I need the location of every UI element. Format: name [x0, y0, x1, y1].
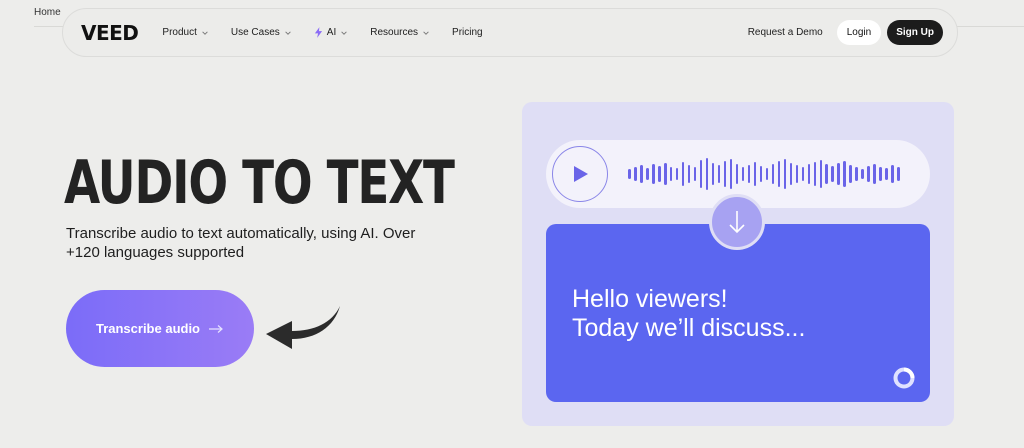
waveform-bar: [831, 166, 835, 182]
waveform-bar: [628, 169, 631, 179]
waveform-bar: [819, 160, 823, 188]
waveform-bar: [807, 164, 811, 184]
curved-arrow-icon: [266, 306, 340, 349]
waveform-bar: [729, 159, 733, 189]
waveform-bar: [801, 167, 805, 181]
nav-item-ai[interactable]: AI: [314, 27, 348, 38]
waveform-bar: [681, 162, 685, 186]
nav-item-product[interactable]: Product: [162, 27, 208, 38]
nav-item-use-cases[interactable]: Use Cases: [231, 27, 292, 38]
chevron-down-icon: [202, 30, 208, 35]
waveform-bar: [717, 165, 721, 183]
waveform-bar: [705, 158, 709, 190]
nav-item-label: Use Cases: [230, 27, 280, 38]
bolt-icon: [314, 27, 322, 38]
waveform-bar: [663, 163, 667, 185]
waveform-bar: [867, 166, 870, 182]
waveform-bar: [759, 166, 763, 182]
waveform-bar: [879, 167, 882, 181]
waveform-bar: [645, 168, 649, 180]
loading-ring-icon: [893, 367, 915, 389]
nav-item-label: AI: [326, 27, 337, 38]
waveform-bar: [789, 163, 793, 185]
waveform-bar: [849, 165, 853, 183]
page-title: AUDIO TO TEXT: [64, 148, 455, 218]
nav-item-label: Product: [162, 27, 197, 38]
transcribe-audio-button[interactable]: Transcribe audio: [66, 290, 254, 367]
waveform-bar: [825, 164, 829, 184]
transcript-line: Today we’ll discuss...: [572, 314, 806, 342]
waveform-bar: [813, 162, 817, 186]
nav-item-resources[interactable]: Resources: [370, 27, 430, 38]
waveform-bar: [723, 161, 727, 187]
waveform-bar: [765, 168, 769, 180]
waveform-bar: [669, 167, 673, 181]
cta-label: Transcribe audio: [95, 321, 201, 336]
waveform-bar: [639, 165, 643, 183]
waveform-bar: [699, 160, 703, 188]
waveform-bar: [735, 164, 739, 184]
waveform-bar: [693, 167, 697, 181]
transcript-line: Hello viewers!: [572, 285, 728, 313]
chevron-down-icon: [285, 30, 291, 35]
audio-waveform: [628, 144, 900, 204]
waveform-bar: [855, 167, 858, 181]
arrow-down-icon: [729, 211, 745, 234]
waveform-bar: [861, 169, 864, 179]
waveform-bar: [837, 163, 841, 185]
transcript-text: Hello viewers! Today we’ll discuss...: [572, 285, 805, 343]
waveform-bar: [753, 162, 757, 186]
waveform-bar: [687, 165, 691, 183]
request-demo-link[interactable]: Request a Demo: [748, 27, 823, 38]
waveform-bar: [633, 167, 637, 181]
login-button[interactable]: Login: [836, 20, 882, 45]
waveform-bar: [891, 165, 894, 183]
nav-actions: Request a Demo Login Sign Up: [748, 20, 943, 45]
waveform-bar: [657, 166, 661, 182]
top-navbar: VEED Product Use Cases AI Resources Pric…: [62, 8, 958, 57]
nav-item-label: Resources: [370, 27, 419, 38]
waveform-bar: [711, 163, 715, 185]
chevron-down-icon: [423, 30, 429, 35]
waveform-bar: [675, 168, 679, 180]
waveform-bar: [873, 164, 876, 184]
arrow-right-icon: [209, 324, 223, 333]
waveform-bar: [741, 167, 745, 181]
nav-item-label: Pricing: [452, 27, 483, 38]
waveform-bar: [777, 161, 781, 187]
chevron-down-icon: [341, 30, 347, 35]
waveform-bar: [651, 164, 655, 184]
hero-subtitle: Transcribe audio to text automatically, …: [66, 225, 416, 261]
waveform-bar: [795, 165, 799, 183]
waveform-bar: [897, 167, 900, 181]
waveform-bar: [771, 164, 775, 184]
down-arrow-badge: [709, 194, 765, 250]
waveform-bar: [783, 159, 787, 189]
waveform-bar: [843, 161, 847, 187]
play-icon: [574, 166, 588, 182]
waveform-bar: [747, 165, 751, 183]
nav-item-pricing[interactable]: Pricing: [452, 27, 483, 38]
veed-logo[interactable]: VEED: [81, 21, 139, 45]
waveform-bar: [885, 168, 888, 180]
play-button[interactable]: [552, 146, 608, 202]
signup-button[interactable]: Sign Up: [887, 20, 943, 45]
breadcrumb[interactable]: Home: [34, 7, 61, 18]
